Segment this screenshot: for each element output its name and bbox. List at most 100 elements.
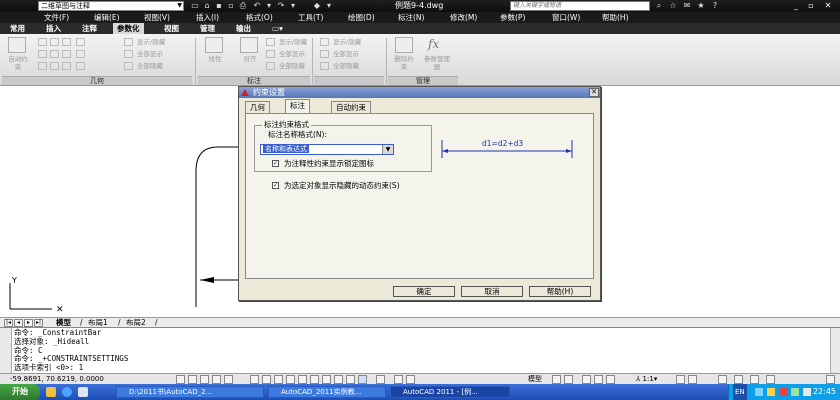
transparency-icon[interactable] [322,375,331,384]
tray-icon[interactable] [767,388,775,396]
redo-icon[interactable]: ↷ [276,1,286,11]
dialog-title-bar[interactable]: 约束设置 ✕ [239,87,600,98]
dim-show-hide[interactable]: 显示/隐藏 [279,38,307,46]
auto-scale-icon[interactable] [688,375,697,384]
annotation-scale[interactable]: ⅄ 1:1▾ [636,375,657,384]
fix-icon[interactable] [38,50,47,58]
menu-tools[interactable]: 工具(T) [298,12,323,23]
close-icon[interactable]: ✕ [589,88,599,97]
saveas-icon[interactable]: ▫ [226,1,236,11]
zoom-icon[interactable] [594,375,603,384]
cancel-button[interactable]: 取消 [461,286,523,297]
auto-constrain-icon[interactable] [8,37,26,53]
delete-constraints-label[interactable]: 删除约束 [392,55,416,71]
otrack-icon[interactable] [274,375,283,384]
geom-hide-all[interactable]: 全部隐藏 [137,62,163,70]
tab-dimensional[interactable]: 标注 [285,99,310,113]
lock-icon-label[interactable]: 为注释性约束显示锁定图标 [284,159,374,168]
extra-show-all[interactable]: 全部显示 [333,50,359,58]
menu-help[interactable]: 帮助(H) [602,12,629,23]
perpendicular-icon[interactable] [62,50,71,58]
qa-more-icon[interactable]: ▾ [324,1,334,11]
ime-indicator[interactable]: EN [733,384,747,400]
sc-icon[interactable] [346,375,355,384]
taskbar-item-explorer[interactable]: D:\2011书\AutoCAD_2... [116,386,264,398]
linear-dim-label[interactable]: 线性 [204,55,226,63]
undo-icon[interactable]: ↶ [252,1,262,11]
tab-manage[interactable]: 管理 [196,23,219,34]
selection-cycle-icon[interactable] [376,375,385,384]
new-file-icon[interactable]: ▭ [190,1,200,11]
redo-dropdown-icon[interactable]: ▾ [288,1,298,11]
desktop-icon[interactable] [78,387,88,397]
isolate-icon[interactable] [766,375,775,384]
qa-customize-icon[interactable]: ◆ [312,1,322,11]
print-icon[interactable]: ⎙ [238,1,248,11]
ok-button[interactable]: 确定 [393,286,455,297]
linear-dim-icon[interactable] [205,37,223,53]
param-manager-label[interactable]: 参数管理器 [422,55,452,71]
menu-parametric[interactable]: 参数(P) [500,12,525,23]
taskbar-item-autocad[interactable]: AutoCAD 2011 - [例... [390,386,510,398]
save-icon[interactable]: ▪ [214,1,224,11]
dim-show-all[interactable]: 全部显示 [279,50,305,58]
menu-insert[interactable]: 插入(I) [196,12,219,23]
annotation-visibility-icon[interactable] [676,375,685,384]
command-grip[interactable] [0,328,12,374]
taskbar-item-word[interactable]: AutoCAD_2011实例教... [268,386,386,398]
extra-show-hide[interactable]: 显示/隐藏 [333,38,361,46]
equal-icon[interactable] [76,62,85,70]
dim-hide-all[interactable]: 全部隐藏 [279,62,305,70]
menu-dimension[interactable]: 标注(N) [398,12,424,23]
prev-layout-icon[interactable]: ◂ [14,319,23,327]
ie-icon[interactable] [62,387,72,397]
tangent-icon[interactable] [62,62,71,70]
geom-show-all[interactable]: 全部显示 [137,50,163,58]
snap-icon[interactable] [188,375,197,384]
ortho-icon[interactable] [212,375,221,384]
help-button[interactable]: 帮助(H) [529,286,591,297]
search-input[interactable]: 键入关键字或短语 [510,1,650,11]
geom-show-hide[interactable]: 显示/隐藏 [137,38,165,46]
extra-hide-all[interactable]: 全部隐藏 [333,62,359,70]
infer-icon[interactable] [176,375,185,384]
units-icon[interactable] [406,375,415,384]
volume-icon[interactable] [803,388,811,396]
tab-output[interactable]: 输出 [232,23,255,34]
aligned-dim-icon[interactable] [240,37,258,53]
next-layout-icon[interactable]: ▸ [24,319,33,327]
clean-screen-icon[interactable] [826,375,835,384]
delete-constraints-icon[interactable] [395,37,413,53]
lineweight-icon[interactable] [310,375,319,384]
coordinate-readout[interactable]: -59.8691, 70.6219, 0.0000 [10,375,104,384]
tab-autoconstrain[interactable]: 自动约束 [331,101,371,113]
menu-edit[interactable]: 编辑(E) [94,12,120,23]
menu-modify[interactable]: 修改(M) [450,12,477,23]
command-input-line[interactable]: 选项卡索引 <0>: 1 [14,364,83,372]
tab-parametric[interactable]: 参数化 [113,23,144,34]
tab-view[interactable]: 视图 [160,23,183,34]
annotation-monitor-icon[interactable] [394,375,403,384]
first-layout-icon[interactable]: |◂ [4,319,13,327]
steering-wheel-icon[interactable] [606,375,615,384]
network-icon[interactable] [791,388,799,396]
model-button[interactable]: 模型 [528,375,542,384]
subscription-icon[interactable]: ☆ [668,1,678,11]
auto-constrain-label[interactable]: 自动约束 [7,55,29,71]
tray-icon[interactable] [779,388,787,396]
tab-geometric[interactable]: 几何 [245,101,270,113]
osnap-icon[interactable] [250,375,259,384]
quick-view-drawings-icon[interactable] [564,375,573,384]
communication-icon[interactable]: ✉ [682,1,692,11]
tab-insert[interactable]: 插入 [42,23,65,34]
am-icon[interactable] [358,375,367,384]
tab-home[interactable]: 常用 [6,23,29,34]
undo-dropdown-icon[interactable]: ▾ [264,1,274,11]
pan-icon[interactable] [582,375,591,384]
qp-icon[interactable] [334,375,343,384]
collinear-icon[interactable] [50,38,59,46]
clock[interactable]: 22:45 [813,384,836,400]
quicklaunch-icon[interactable] [46,387,56,397]
fx-icon[interactable]: fx [428,37,439,51]
favorites-icon[interactable]: ★ [696,1,706,11]
